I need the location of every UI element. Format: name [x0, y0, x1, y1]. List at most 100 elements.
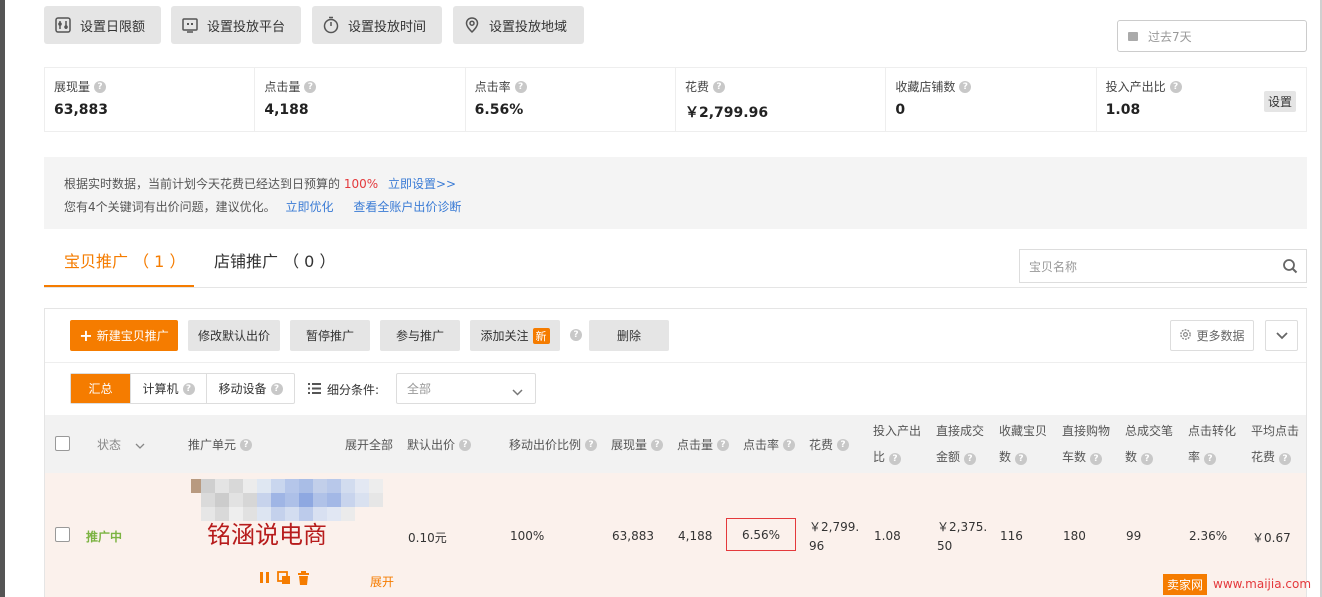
expand-link[interactable]: 展开: [370, 573, 394, 590]
col-direct-cart[interactable]: 直接购物 车数?: [1062, 418, 1110, 470]
status-badge: 推广中: [86, 530, 123, 544]
set-daily-budget-button[interactable]: 设置日限额: [44, 6, 161, 44]
help-icon[interactable]: ?: [1015, 453, 1028, 465]
tab-shop-promotion[interactable]: 店铺推广 （ 0 ）: [214, 248, 335, 272]
col-status[interactable]: 状态: [97, 436, 145, 453]
help-icon[interactable]: ?: [459, 438, 472, 451]
help-icon[interactable]: ?: [270, 382, 283, 395]
more-data-button[interactable]: 更多数据: [1170, 320, 1254, 351]
col-default-bid[interactable]: 默认出价?: [407, 436, 472, 453]
ctr-value-highlight: 6.56%: [726, 518, 796, 551]
help-icon[interactable]: ?: [1204, 453, 1217, 465]
collapse-toggle-button[interactable]: [1265, 320, 1298, 351]
help-icon[interactable]: ?: [1169, 80, 1182, 93]
clock-icon: [322, 16, 340, 34]
help-icon[interactable]: ?: [717, 438, 730, 451]
ctr-value: 6.56%: [741, 527, 781, 542]
delete-button[interactable]: 删除: [589, 320, 669, 351]
optimize-now-link[interactable]: 立即优化: [285, 200, 333, 214]
help-icon[interactable]: ?: [1090, 453, 1103, 465]
new-item-promotion-button[interactable]: + 新建宝贝推广: [70, 320, 178, 351]
platform-icon: [181, 16, 199, 34]
copy-icon[interactable]: [277, 571, 291, 588]
help-icon[interactable]: ?: [514, 80, 527, 93]
unit-name: 铭涵说电商: [207, 521, 327, 549]
col-label: 率: [1188, 450, 1201, 464]
help-icon[interactable]: ?: [1279, 453, 1292, 465]
help-icon[interactable]: ?: [959, 80, 972, 93]
col-cvr[interactable]: 点击转化率?: [1188, 418, 1236, 470]
bid-diagnosis-link[interactable]: 查看全账户出价诊断: [353, 200, 461, 214]
default-bid-value[interactable]: 0.10元: [408, 529, 447, 546]
set-region-button[interactable]: 设置投放地域: [453, 6, 584, 44]
segment-computer[interactable]: 计算机?: [131, 374, 207, 403]
row-checkbox[interactable]: [55, 527, 70, 542]
col-fav-items[interactable]: 收藏宝贝数?: [999, 418, 1047, 470]
help-icon[interactable]: ?: [304, 80, 317, 93]
date-range-value: 过去7天: [1148, 29, 1192, 44]
notice-text: 根据实时数据，当前计划今天花费已经达到日预算的: [64, 177, 341, 191]
col-clicks[interactable]: 点击量?: [677, 436, 730, 453]
help-icon[interactable]: ?: [964, 453, 977, 465]
segment-mobile[interactable]: 移动设备?: [207, 374, 294, 403]
search-icon[interactable]: [1282, 258, 1298, 274]
total-orders-value: 99: [1126, 529, 1142, 543]
help-icon[interactable]: ?: [713, 80, 725, 93]
search-placeholder: 宝贝名称: [1029, 259, 1078, 274]
filter-select[interactable]: 全部: [396, 373, 536, 404]
modify-default-bid-button[interactable]: 修改默认出价: [188, 320, 280, 351]
help-icon[interactable]: ?: [585, 438, 598, 451]
join-promotion-button[interactable]: 参与推广: [380, 320, 460, 351]
stat-value: 63,883: [54, 102, 109, 118]
col-ctr[interactable]: 点击率?: [743, 436, 796, 453]
help-icon[interactable]: ?: [94, 80, 107, 93]
set-platform-button[interactable]: 设置投放平台: [171, 6, 301, 44]
date-range-picker[interactable]: 过去7天: [1117, 20, 1307, 52]
stat-value: 0: [895, 102, 906, 118]
fav-items-value: 116: [1000, 529, 1023, 543]
col-mobile-ratio[interactable]: 移动出价比例?: [509, 436, 598, 453]
help-icon[interactable]: ?: [570, 329, 582, 341]
col-roi[interactable]: 投入产出比?: [873, 418, 921, 470]
col-label: 数: [1125, 450, 1138, 464]
segment-all[interactable]: 汇总: [71, 374, 131, 403]
pause-promotion-button[interactable]: 暂停推广: [290, 320, 370, 351]
help-icon[interactable]: ?: [651, 438, 664, 451]
help-icon[interactable]: ?: [240, 438, 253, 451]
expand-all-button[interactable]: 展开全部: [345, 436, 393, 453]
roi-value: 1.08: [874, 529, 901, 543]
roi-settings-button[interactable]: 设置: [1263, 91, 1296, 112]
trash-icon[interactable]: [297, 571, 310, 588]
cost-value-line: ￥2,799.: [809, 520, 860, 534]
select-all-checkbox[interactable]: [55, 436, 70, 451]
col-label: 花费: [1251, 450, 1276, 464]
set-schedule-button[interactable]: 设置投放时间: [312, 6, 442, 44]
help-icon[interactable]: ?: [182, 382, 195, 395]
col-direct-amount[interactable]: 直接成交 金额?: [936, 418, 984, 470]
col-label: 收藏宝贝: [999, 424, 1048, 438]
help-icon[interactable]: ?: [1141, 453, 1154, 465]
add-follow-button[interactable]: 添加关注 新: [470, 320, 560, 351]
site-logo: 卖家网: [1163, 573, 1208, 595]
segment-label: 计算机: [142, 382, 179, 396]
stat-label: 投入产出比: [1105, 80, 1166, 94]
notice-line-2: 您有4个关键词有出价问题，建议优化。 立即优化 查看全账户出价诊断: [64, 196, 1287, 219]
budget-icon: [54, 16, 72, 34]
col-total-orders[interactable]: 总成交笔数?: [1125, 418, 1173, 470]
tab-item-promotion[interactable]: 宝贝推广 （ 1 ）: [64, 248, 185, 272]
table-row: 推广中 铭涵说电商 展开 0.10元 100% 63,883 4,188 6.5…: [45, 473, 1306, 597]
clicks-value: 4,188: [678, 529, 713, 543]
add-follow-label: 添加关注: [480, 329, 529, 343]
help-icon[interactable]: ?: [837, 438, 850, 451]
set-now-link[interactable]: 立即设置>>: [388, 177, 456, 191]
mobile-ratio-value[interactable]: 100%: [510, 529, 544, 543]
col-avg-cpc[interactable]: 平均点击 花费?: [1251, 418, 1299, 470]
pause-icon[interactable]: [258, 571, 271, 588]
search-input[interactable]: 宝贝名称: [1019, 249, 1307, 283]
col-impressions[interactable]: 展现量?: [611, 436, 664, 453]
stat-shop-favorites: 收藏店铺数? 0: [886, 68, 1097, 131]
col-label: 车数: [1062, 450, 1087, 464]
help-icon[interactable]: ?: [783, 438, 796, 451]
col-cost[interactable]: 花费?: [809, 436, 850, 453]
help-icon[interactable]: ?: [889, 453, 902, 465]
